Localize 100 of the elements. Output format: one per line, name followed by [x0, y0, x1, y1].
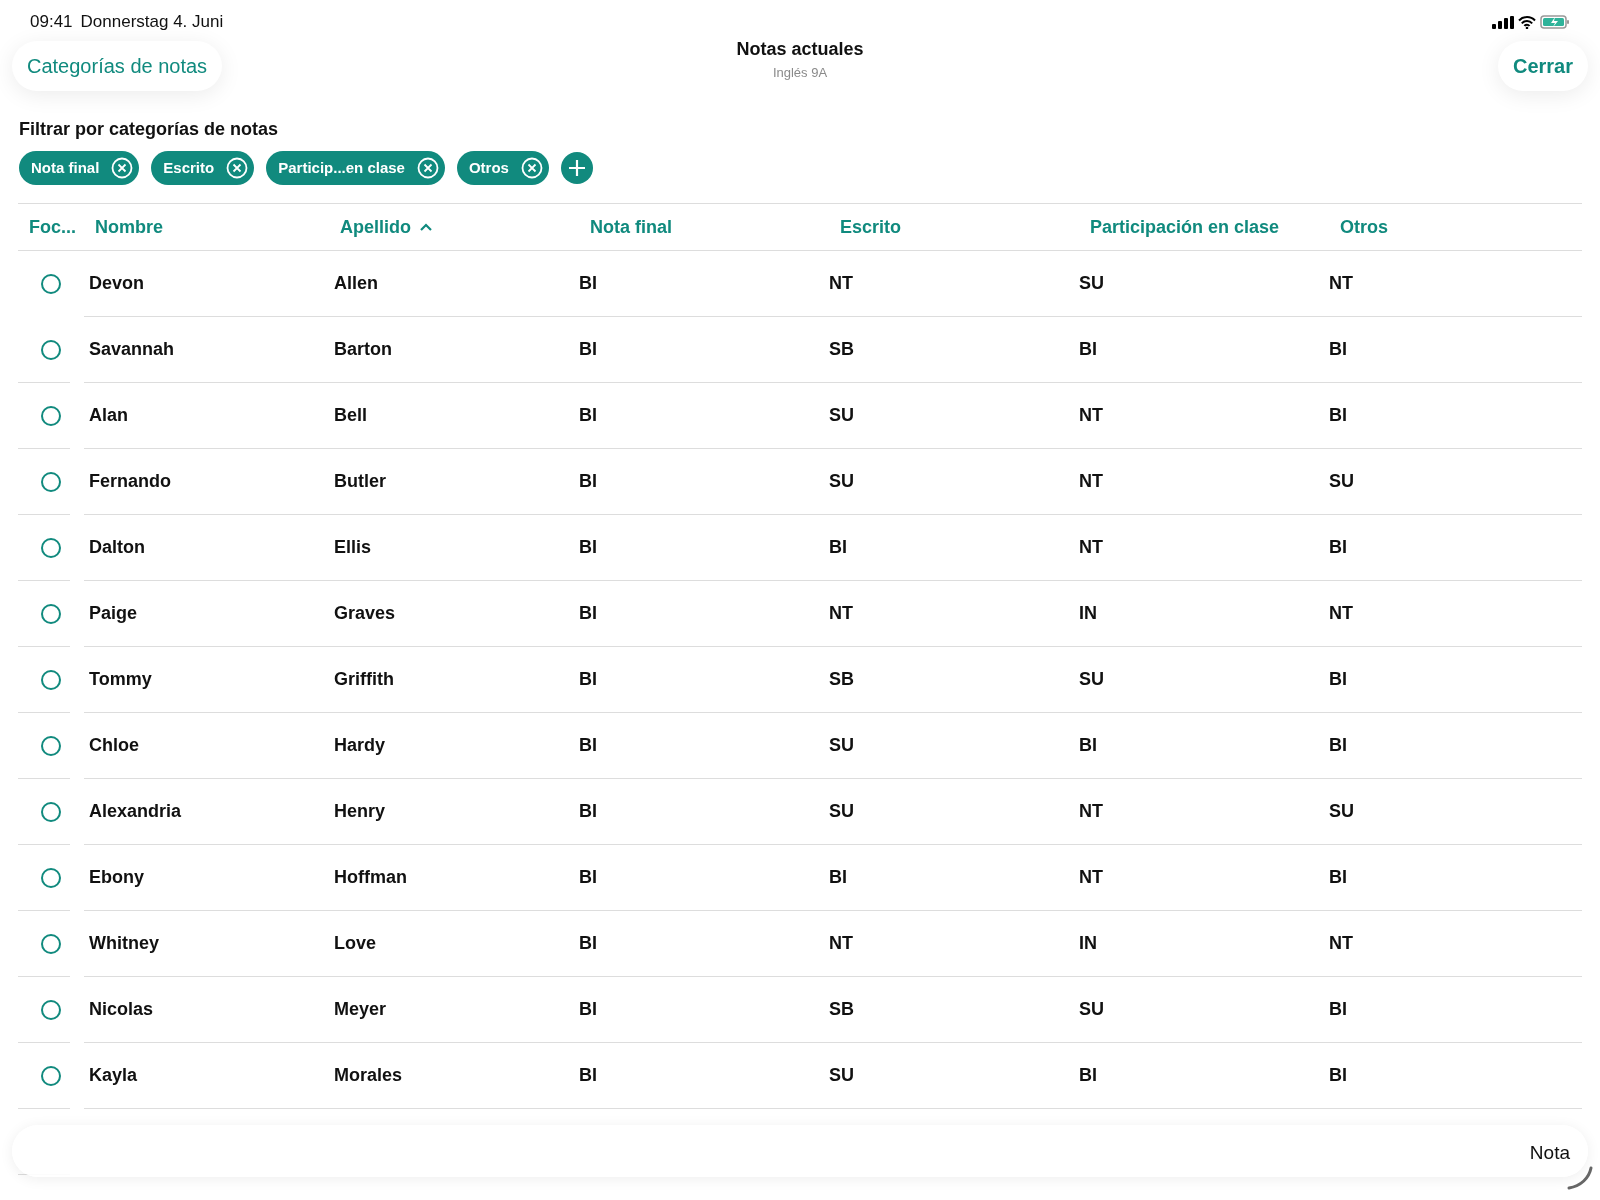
focus-radio[interactable]: [41, 340, 61, 360]
table-cell-text: NT: [1329, 602, 1353, 625]
table-cell-text: SB: [829, 998, 854, 1021]
remove-icon[interactable]: [416, 157, 439, 179]
focus-radio[interactable]: [41, 802, 61, 822]
battery-icon: [1540, 15, 1570, 29]
column-header[interactable]: Foc...: [18, 216, 76, 237]
table-cell-text: BI: [579, 404, 597, 427]
table-cell-text: IN: [1079, 932, 1097, 955]
table-cell-text: SU: [829, 1064, 854, 1087]
table-cell-text: Devon: [89, 272, 144, 295]
focus-radio[interactable]: [41, 934, 61, 954]
column-header[interactable]: Nombre: [84, 213, 163, 241]
column-header[interactable]: Apellido: [329, 213, 433, 241]
table-cell-text: BI: [579, 470, 597, 493]
table-cell-text: BI: [1079, 1064, 1097, 1087]
focus-radio[interactable]: [41, 736, 61, 756]
column-header[interactable]: Nota final: [579, 213, 672, 241]
status-date: Donnerstag 4. Juni: [80, 11, 224, 34]
table-cell-text: BI: [1329, 668, 1347, 691]
remove-icon[interactable]: [111, 157, 134, 179]
plus-icon: [567, 159, 586, 177]
filter-chip[interactable]: Otros: [456, 151, 549, 185]
column-header[interactable]: Otros: [1329, 213, 1388, 241]
table-cell-text: Hoffman: [334, 866, 407, 889]
back-button[interactable]: Categorías de notas: [12, 41, 223, 91]
table-cell-text: NT: [1079, 866, 1103, 889]
table-cell-text: NT: [829, 602, 853, 625]
table-cell-text: Alexandria: [89, 800, 182, 823]
focus-radio[interactable]: [41, 604, 61, 624]
table-cell-text: Ebony: [89, 866, 144, 889]
filter-chip[interactable]: Nota final: [19, 151, 140, 185]
column-header[interactable]: Escrito: [829, 213, 902, 241]
table-cell-text: BI: [579, 932, 597, 955]
table-cell-text: BI: [579, 800, 597, 823]
table-cell-text: BI: [1329, 338, 1347, 361]
table-cell-text: Butler: [334, 470, 386, 493]
table-cell-text: BI: [579, 536, 597, 559]
status-time: 09:41: [30, 11, 73, 34]
resize-handle-icon[interactable]: [1567, 1166, 1593, 1190]
table-cell-text: SU: [829, 470, 854, 493]
signal-icon: [1492, 15, 1514, 29]
table-cell-text: SB: [829, 338, 854, 361]
table-cell-text: BI: [1329, 536, 1347, 559]
table-cell-text: IN: [1079, 602, 1097, 625]
table-cell-text: BI: [579, 734, 597, 757]
column-header[interactable]: Participación en clase: [1079, 213, 1280, 241]
table-cell-text: BI: [1079, 734, 1097, 757]
table-cell-text: Ellis: [334, 536, 372, 559]
nav-subtitle: Inglés 9A: [771, 64, 829, 82]
table-cell-text: Allen: [334, 272, 378, 295]
filter-chip[interactable]: Particip...en clase: [266, 151, 445, 185]
nav-title: Notas actuales: [736, 38, 864, 61]
remove-icon[interactable]: [226, 157, 249, 179]
focus-radio[interactable]: [41, 670, 61, 690]
table-cell-text: Griffith: [334, 668, 394, 691]
table-cell-text: Graves: [334, 602, 396, 625]
table-cell-text: Bell: [334, 404, 367, 427]
filter-heading: Filtrar por categorías de notas: [18, 118, 280, 141]
add-button[interactable]: [560, 152, 593, 184]
table-cell-text: BI: [579, 272, 597, 295]
table-cell-text: NT: [829, 272, 853, 295]
focus-radio[interactable]: [41, 1000, 61, 1020]
close-button[interactable]: Cerrar: [1497, 41, 1588, 91]
table-cell-text: SU: [829, 404, 854, 427]
table-cell-text: BI: [1329, 866, 1347, 889]
table-cell-text: Alan: [89, 404, 128, 427]
bottom-bar-label: Nota: [1529, 1141, 1570, 1165]
table-cell-text: SU: [1329, 470, 1354, 493]
table-cell-text: BI: [1329, 404, 1347, 427]
table-cell-text: BI: [579, 602, 597, 625]
table-cell-text: Kayla: [89, 1064, 138, 1087]
sort-ascending-icon: [419, 222, 433, 232]
table-cell-text: NT: [829, 932, 853, 955]
focus-radio[interactable]: [41, 1066, 61, 1086]
table-cell-text: BI: [579, 668, 597, 691]
table-cell-text: NT: [1079, 800, 1103, 823]
table-cell-text: NT: [1079, 404, 1103, 427]
focus-radio[interactable]: [41, 406, 61, 426]
remove-icon[interactable]: [520, 157, 543, 179]
focus-radio[interactable]: [41, 274, 61, 294]
table-cell-text: Henry: [334, 800, 386, 823]
table-cell-text: BI: [1329, 1064, 1347, 1087]
table-cell-text: Nicolas: [89, 998, 154, 1021]
filter-chip[interactable]: Escrito: [151, 151, 255, 185]
table-cell-text: Paige: [89, 602, 138, 625]
table-cell-text: BI: [1329, 734, 1347, 757]
table-cell-text: Love: [334, 932, 376, 955]
table-cell-text: SU: [1079, 998, 1104, 1021]
table-cell-text: Hardy: [334, 734, 386, 757]
table-cell-text: BI: [579, 338, 597, 361]
table-cell-text: SU: [829, 734, 854, 757]
table-cell-text: BI: [829, 536, 847, 559]
focus-radio[interactable]: [41, 472, 61, 492]
focus-radio[interactable]: [41, 538, 61, 558]
table-cell-text: SU: [1079, 272, 1104, 295]
table-cell-text: Fernando: [89, 470, 171, 493]
table-cell-text: SU: [1079, 668, 1104, 691]
table-cell-text: SB: [829, 668, 854, 691]
focus-radio[interactable]: [41, 868, 61, 888]
